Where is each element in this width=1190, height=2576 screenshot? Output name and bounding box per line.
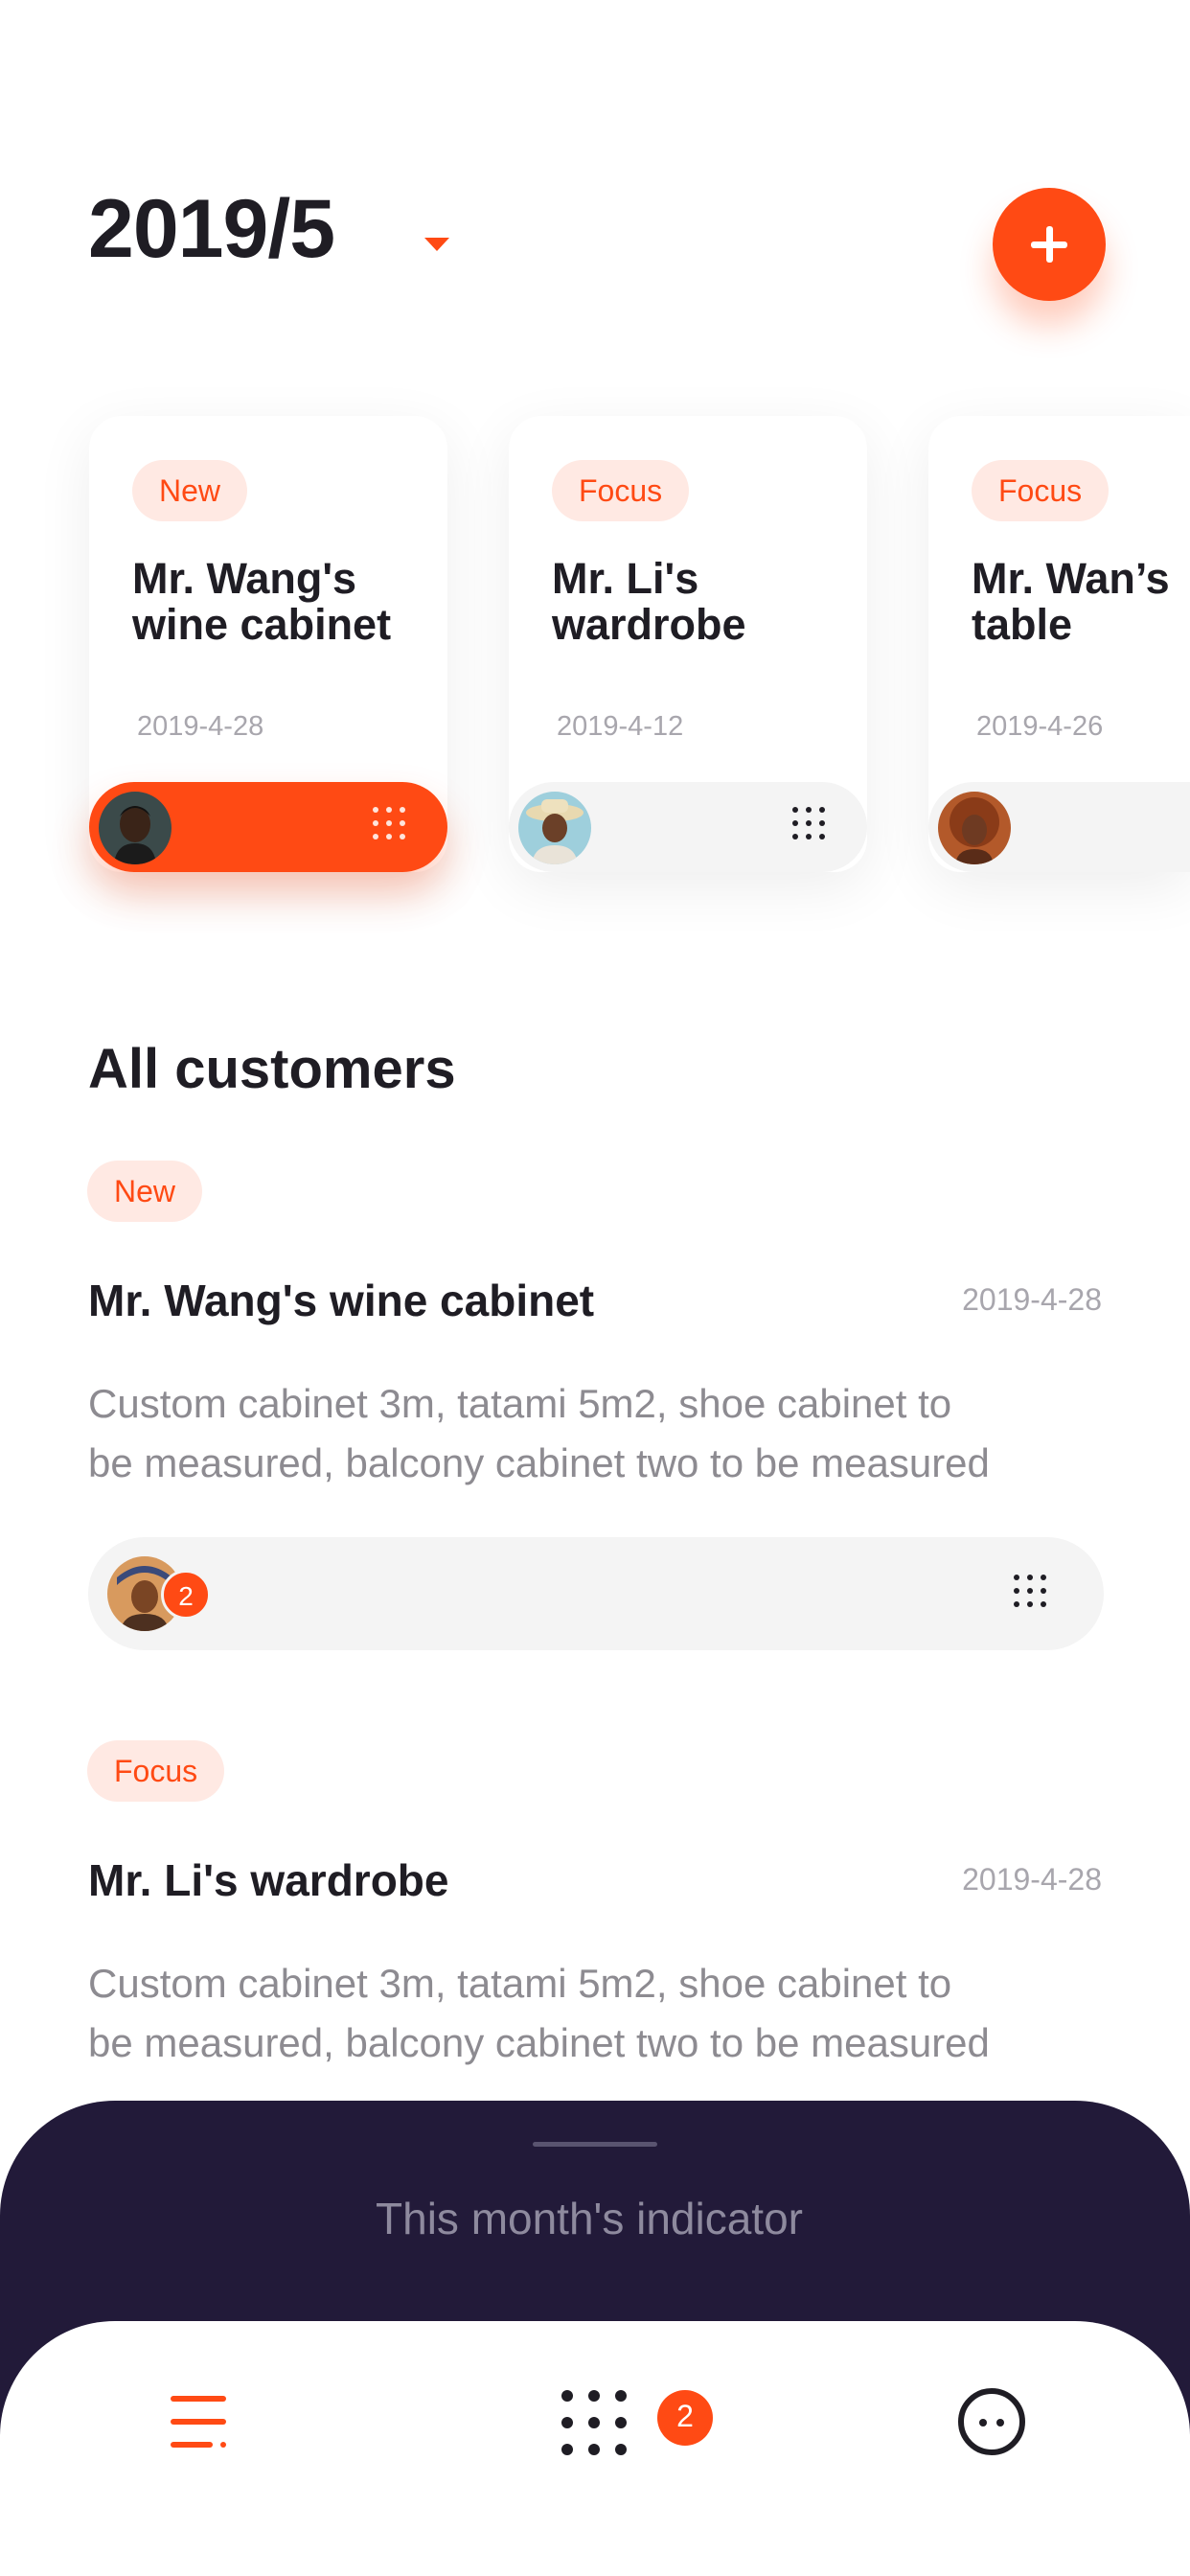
section-title: All customers: [88, 1038, 456, 1100]
status-tag: Focus: [87, 1740, 225, 1802]
status-tag: New: [87, 1161, 203, 1222]
avatar[interactable]: [99, 792, 172, 864]
customer-card[interactable]: New Mr. Wang's wine cabinet 2019-4-28: [89, 416, 447, 872]
sheet-title: This month's indicator: [376, 2194, 803, 2243]
status-tag: Focus: [972, 460, 1110, 521]
apps-notification-badge: 2: [657, 2390, 713, 2446]
caret-down-icon[interactable]: [424, 238, 449, 251]
customer-title[interactable]: Mr. Wang's wine cabinet: [88, 1275, 594, 1326]
card-title: Mr. Wang's wine cabinet: [132, 554, 392, 649]
more-circle-icon[interactable]: [958, 2388, 1025, 2455]
card-date: 2019-4-12: [557, 711, 684, 742]
avatar[interactable]: [938, 792, 1011, 864]
month-title[interactable]: 2019/5: [88, 188, 335, 270]
customer-date: 2019-4-28: [962, 1282, 1102, 1317]
more-dots-icon[interactable]: [792, 807, 825, 840]
card-date: 2019-4-26: [976, 711, 1104, 742]
card-footer[interactable]: [89, 782, 447, 872]
customer-card[interactable]: Focus Mr. Wan’s table 2019-4-26: [928, 416, 1190, 872]
status-tag: New: [132, 460, 248, 521]
participants-bar[interactable]: 2: [88, 1537, 1104, 1650]
more-dots-icon[interactable]: [1014, 1575, 1046, 1607]
customer-description: Custom cabinet 3m, tatami 5m2, shoe cabi…: [88, 1381, 990, 1485]
sheet-handle[interactable]: [533, 2142, 657, 2147]
bottom-navigation: 2: [0, 2321, 1190, 2576]
status-tag: Focus: [552, 460, 690, 521]
card-footer[interactable]: [928, 782, 1190, 872]
card-title: Mr. Wan’s table: [972, 556, 1170, 648]
customer-card[interactable]: Focus Mr. Li's wardrobe 2019-4-12: [509, 416, 867, 872]
participants-count-badge: 2: [161, 1570, 211, 1620]
card-date: 2019-4-28: [137, 711, 264, 742]
card-title: Mr. Li's wardrobe: [552, 554, 746, 649]
avatar[interactable]: [518, 792, 591, 864]
add-button[interactable]: [993, 188, 1106, 301]
customer-date: 2019-4-28: [962, 1862, 1102, 1897]
customer-title[interactable]: Mr. Li's wardrobe: [88, 1854, 448, 1906]
more-dots-icon[interactable]: [373, 807, 405, 840]
menu-icon[interactable]: [171, 2392, 228, 2451]
customer-description: Custom cabinet 3m, tatami 5m2, shoe cabi…: [88, 1961, 990, 2065]
card-footer[interactable]: [509, 782, 867, 872]
apps-grid-icon[interactable]: [561, 2390, 627, 2455]
